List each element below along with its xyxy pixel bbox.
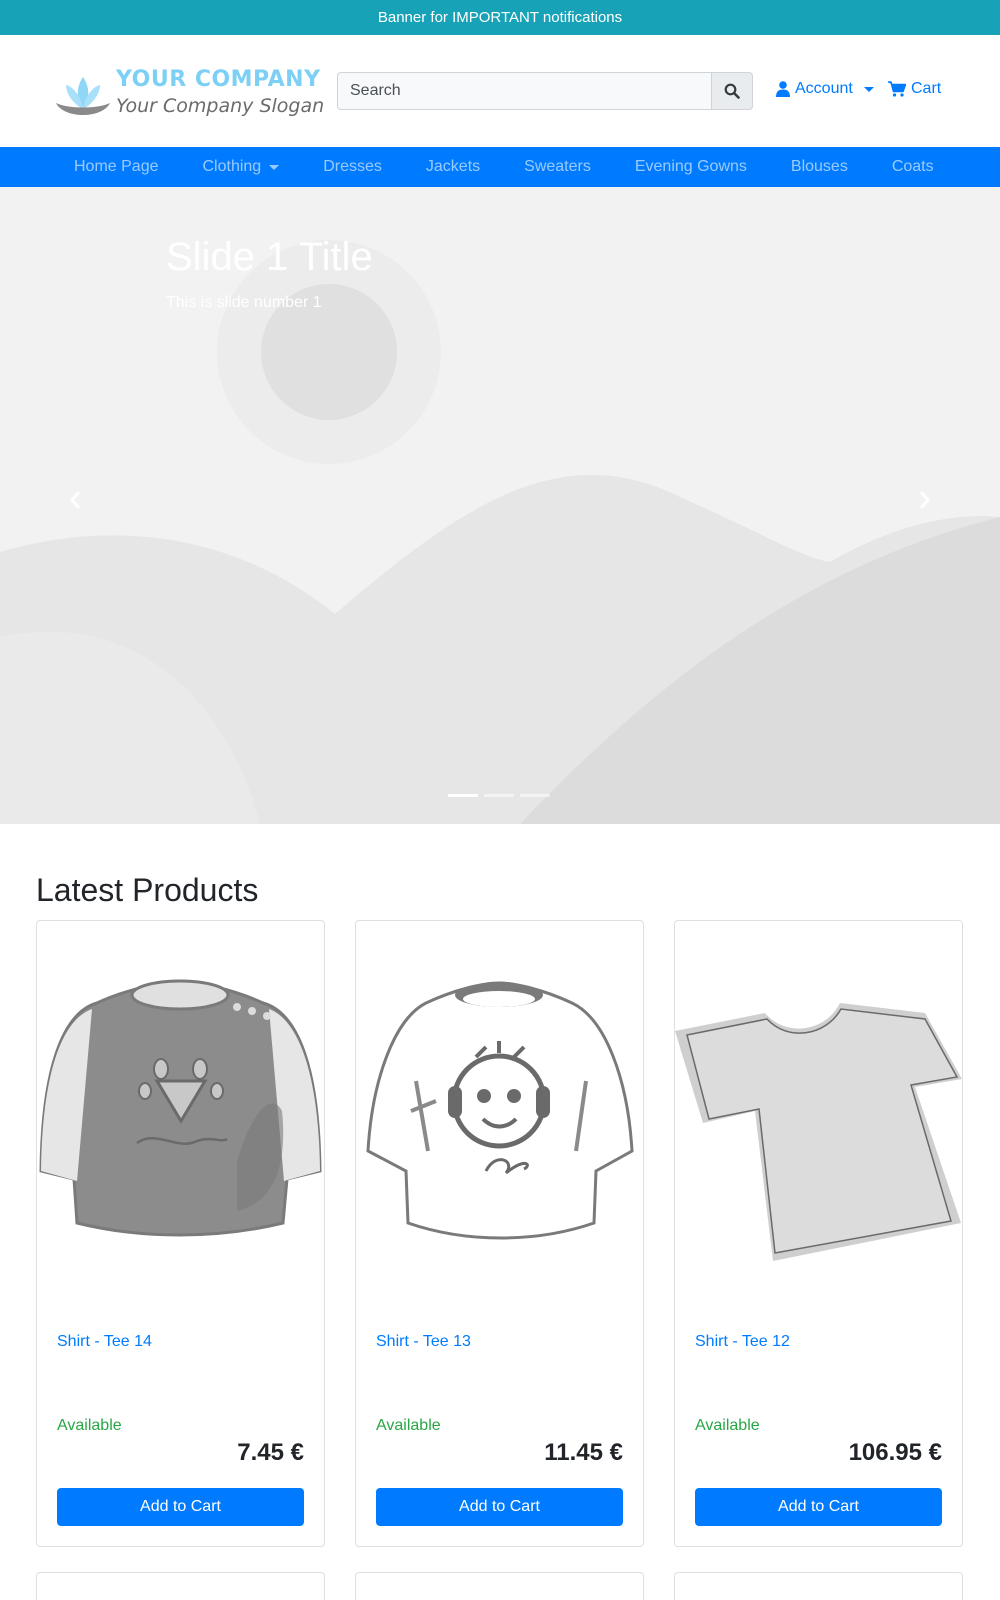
availability-status: Available	[57, 1417, 122, 1434]
nav-item-label: Jackets	[425, 158, 481, 175]
carousel-prev-button[interactable]	[60, 485, 90, 515]
nav-item-clothing[interactable]: Clothing	[181, 158, 302, 176]
latest-products-heading: Latest Products	[36, 872, 259, 908]
nav-item-label: Dresses	[323, 158, 382, 175]
cart-icon	[888, 81, 906, 97]
slide-subtitle: This is slide number 1	[166, 294, 322, 311]
company-logo[interactable]: YOUR COMPANY Your Company Slogan	[54, 65, 326, 125]
notification-banner: Banner for IMPORTANT notifications	[0, 0, 1000, 35]
logo-slogan: Your Company Slogan	[116, 95, 325, 117]
product-image-tee-12[interactable]	[675, 961, 962, 1261]
add-to-cart-button[interactable]: Add to Cart	[57, 1488, 304, 1526]
slide-title: Slide 1 Title	[166, 235, 373, 279]
hero-carousel: Slide 1 Title This is slide number 1	[0, 187, 1000, 824]
nav-item-label: Evening Gowns	[634, 158, 747, 175]
carousel-next-button[interactable]	[910, 485, 940, 515]
user-icon	[776, 81, 790, 97]
slide-placeholder-image	[0, 187, 1000, 824]
nav-item-label: Blouses	[790, 158, 848, 175]
search-button[interactable]	[711, 72, 753, 110]
product-image-tee-13[interactable]	[356, 961, 643, 1261]
nav-item-jackets[interactable]: Jackets	[404, 158, 502, 176]
cart-link[interactable]: Cart	[888, 80, 941, 98]
add-to-cart-button[interactable]: Add to Cart	[695, 1488, 942, 1526]
availability-status: Available	[695, 1417, 760, 1434]
search-bar	[337, 72, 753, 110]
product-card	[674, 1572, 963, 1600]
nav-item-label: Coats	[891, 158, 934, 175]
chevron-right-icon	[919, 491, 930, 509]
nav-item-home-page[interactable]: Home Page	[52, 158, 181, 176]
product-card: Shirt - Tee 12 Available 106.95 € Add to…	[674, 920, 963, 1547]
search-input[interactable]	[337, 72, 711, 110]
carousel-indicator-2[interactable]	[484, 794, 514, 797]
carousel-indicators	[448, 794, 550, 797]
product-price: 106.95 €	[848, 1439, 942, 1466]
add-to-cart-button[interactable]: Add to Cart	[376, 1488, 623, 1526]
chevron-down-icon	[269, 164, 280, 170]
account-menu[interactable]: Account	[776, 80, 874, 98]
nav-item-label: Home Page	[74, 158, 159, 175]
nav-item-label: Sweaters	[524, 158, 591, 175]
product-price: 11.45 €	[544, 1439, 623, 1466]
logo-company-name: YOUR COMPANY	[116, 67, 321, 92]
carousel-indicator-1[interactable]	[448, 794, 478, 797]
account-label: Account	[795, 80, 853, 97]
product-name[interactable]: Shirt - Tee 13	[376, 1333, 471, 1351]
product-name[interactable]: Shirt - Tee 14	[57, 1333, 152, 1351]
main-navigation: Home Page Clothing Dresses Jackets Sweat…	[0, 147, 1000, 187]
product-card: Shirt - Tee 13 Available 11.45 € Add to …	[355, 920, 644, 1547]
product-price: 7.45 €	[237, 1439, 304, 1466]
nav-item-label: Clothing	[202, 158, 262, 175]
product-image-tee-14[interactable]	[37, 961, 324, 1261]
chevron-left-icon	[70, 491, 81, 509]
nav-item-blouses[interactable]: Blouses	[769, 158, 870, 176]
product-card: Shirt - Tee 14 Available 7.45 € Add to C…	[36, 920, 325, 1547]
banner-text: Banner for IMPORTANT notifications	[377, 9, 623, 26]
product-name[interactable]: Shirt - Tee 12	[695, 1333, 790, 1351]
nav-item-dresses[interactable]: Dresses	[301, 158, 404, 176]
chevron-down-icon	[863, 86, 874, 92]
availability-status: Available	[376, 1417, 441, 1434]
nav-item-evening-gowns[interactable]: Evening Gowns	[613, 158, 769, 176]
nav-item-sweaters[interactable]: Sweaters	[502, 158, 613, 176]
search-icon	[724, 83, 740, 99]
nav-item-coats[interactable]: Coats	[870, 158, 956, 176]
lotus-icon	[56, 77, 110, 115]
product-card	[355, 1572, 644, 1600]
product-card	[36, 1572, 325, 1600]
cart-label: Cart	[911, 80, 942, 97]
carousel-indicator-3[interactable]	[520, 794, 550, 797]
header: YOUR COMPANY Your Company Slogan Account…	[0, 35, 1000, 147]
